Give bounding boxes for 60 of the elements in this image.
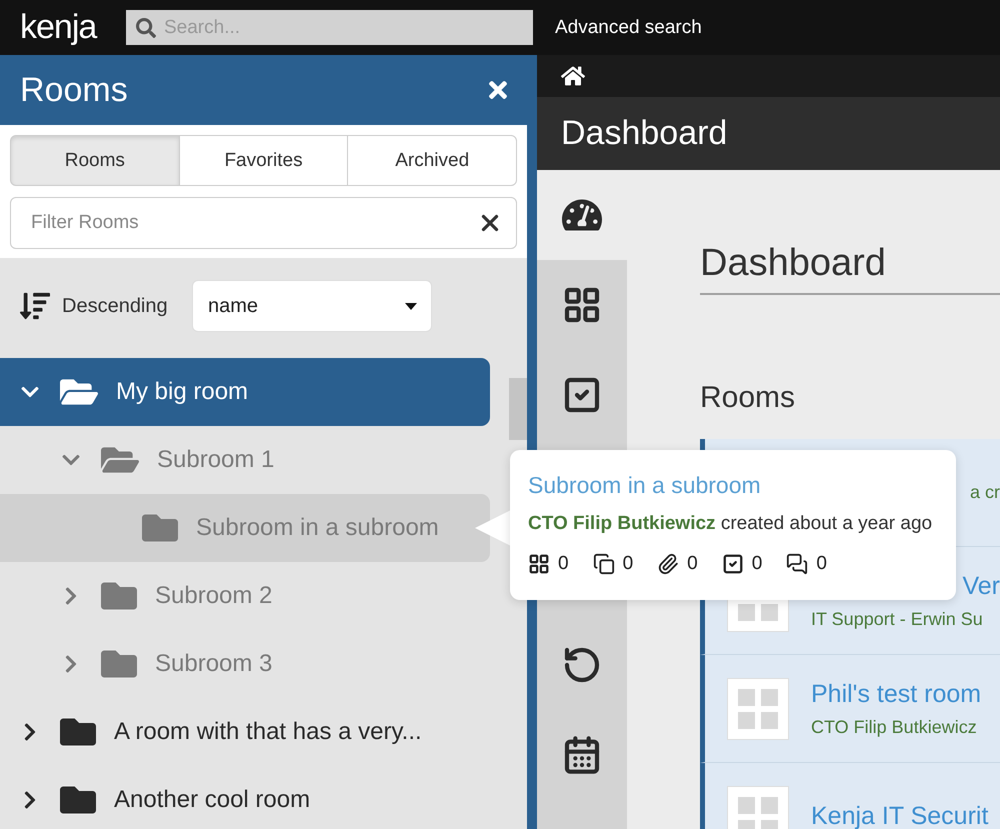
stat-count: 0	[687, 553, 698, 575]
stat-count: 0	[816, 553, 827, 575]
grid-icon	[562, 285, 602, 325]
room-title[interactable]: Phil's test room	[811, 680, 982, 708]
tree-item[interactable]: Subroom in a subroom	[0, 494, 490, 562]
search-field[interactable]: Search...	[126, 10, 533, 45]
room-name: A room with that has a very...	[114, 718, 422, 746]
room-owner: CTO Filip Butkiewicz	[811, 716, 977, 738]
sort-order: Descending	[62, 294, 169, 318]
sort-icon[interactable]	[20, 291, 50, 321]
room-thumbnail	[727, 786, 789, 829]
tab[interactable]: Rooms	[10, 135, 180, 186]
logo[interactable]: kenja	[20, 8, 126, 47]
chat-icon	[786, 553, 808, 575]
room-card[interactable]: Kenja IT Securit	[700, 763, 1000, 829]
sidebar-button[interactable]	[537, 170, 627, 260]
stat-count: 0	[622, 553, 634, 575]
undo-icon	[562, 645, 602, 685]
room-owner: IT Support - Erwin Su	[811, 608, 983, 630]
rooms-heading: Rooms	[700, 381, 796, 415]
author-link[interactable]: CTO Filip Butkiewicz	[528, 513, 716, 534]
room-card[interactable]: Phil's test room CTO Filip Butkiewicz	[700, 655, 1000, 763]
tab[interactable]: Archived	[347, 135, 518, 186]
panel-title: Rooms	[20, 70, 128, 110]
room-name: Subroom 1	[157, 446, 274, 474]
tree-item[interactable]: A room with that has a very...	[0, 698, 490, 766]
dashboard-heading: Dashboard	[700, 242, 1000, 295]
room-name: Subroom 2	[155, 582, 272, 610]
room-name: Subroom 3	[155, 650, 272, 678]
stat-count: 0	[752, 553, 762, 575]
tooltip-title[interactable]: Subroom in a subroom	[528, 472, 938, 499]
paperclip-icon	[657, 553, 680, 575]
checkbox-icon	[722, 553, 744, 575]
tree-item[interactable]: My big room	[0, 358, 490, 426]
copy-icon	[592, 553, 615, 575]
advanced-search-link[interactable]: Advanced search	[555, 16, 702, 38]
page-title: Dashboard	[561, 114, 728, 153]
search-icon	[136, 18, 156, 38]
filter-field[interactable]: Filter Rooms	[10, 197, 517, 249]
stat-count: 0	[558, 553, 569, 575]
caret-icon	[405, 302, 417, 310]
scrollbar-thumb[interactable]	[509, 378, 527, 440]
calendar-icon	[562, 735, 602, 775]
sort-select[interactable]: name	[192, 280, 432, 332]
room-owner: a cr	[970, 482, 1000, 503]
tree-item[interactable]: Subroom 1	[0, 426, 490, 494]
room-name: Another cool room	[114, 786, 310, 814]
created-info: CTO Filip Butkiewicz created about a year ago	[528, 513, 934, 535]
grid-icon	[528, 553, 550, 575]
room-thumbnail	[727, 678, 789, 740]
tree-item[interactable]: Subroom 2	[0, 562, 490, 630]
tree-item[interactable]: Another cool room	[0, 766, 490, 829]
tab[interactable]: Favorites	[178, 135, 348, 186]
room-name: Subroom in a subroom	[196, 514, 439, 542]
room-name: My big room	[116, 378, 248, 406]
tree-item[interactable]: Subroom 3	[0, 630, 490, 698]
room-title[interactable]: Ver	[962, 572, 1000, 600]
room-title[interactable]: Kenja IT Securit	[811, 802, 988, 829]
checkbox-icon	[562, 375, 602, 415]
home-icon[interactable]	[561, 64, 585, 88]
